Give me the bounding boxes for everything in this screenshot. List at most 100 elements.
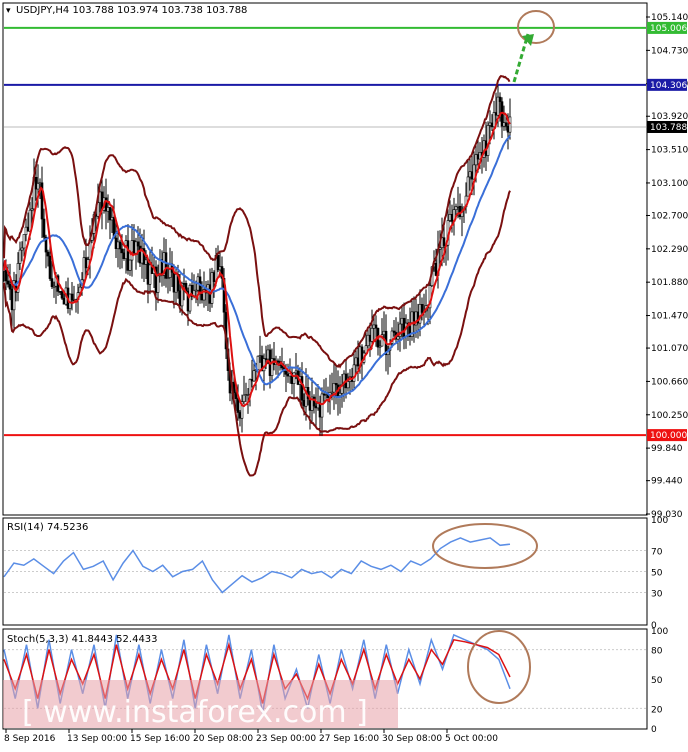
candle-body xyxy=(106,207,110,212)
price-tick-label: 103.100 xyxy=(651,179,688,189)
candle-body xyxy=(42,218,46,238)
candle-body xyxy=(118,241,122,250)
time-axis-label: 15 Sep 16:00 xyxy=(130,734,190,744)
candle-body xyxy=(8,283,12,290)
price-tick-label: 103.510 xyxy=(651,146,688,156)
candle-body xyxy=(18,249,22,264)
candle-body xyxy=(126,240,130,271)
candle-body xyxy=(508,116,512,133)
level-label: 105.006 xyxy=(650,24,687,34)
candle-body xyxy=(300,376,304,401)
candle-body xyxy=(108,207,112,221)
price-tick-label: 99.440 xyxy=(651,477,683,487)
candle-body xyxy=(292,372,296,384)
candle-body xyxy=(374,324,378,329)
candle-body xyxy=(60,291,64,299)
candle-body xyxy=(156,275,160,293)
candle-body xyxy=(148,264,152,285)
rsi-tick-label: 70 xyxy=(651,548,663,558)
level-label: 100.000 xyxy=(650,431,687,441)
candle-body xyxy=(70,293,74,301)
symbol-line: USDJPY,H4 103.788 103.974 103.738 103.78… xyxy=(16,5,247,16)
candle-body xyxy=(168,263,172,278)
chart-dropdown-icon[interactable]: ▾ xyxy=(6,6,11,16)
stoch-tick-label: 50 xyxy=(651,676,663,686)
price-tick-label: 101.470 xyxy=(651,312,688,322)
candle-body xyxy=(84,257,88,269)
candle-body xyxy=(36,183,40,190)
candle-body xyxy=(172,272,176,293)
time-axis-label: 27 Sep 16:00 xyxy=(319,734,379,744)
current-price-label: 103.788 xyxy=(650,123,687,133)
candle-body xyxy=(246,394,250,396)
candle-body xyxy=(120,248,124,254)
candle-body xyxy=(370,327,374,342)
candle-body xyxy=(178,290,182,307)
candle-body xyxy=(128,259,132,271)
candle-body xyxy=(114,237,118,250)
candle-body xyxy=(62,297,66,305)
price-tick-label: 101.070 xyxy=(651,344,688,354)
candle-body xyxy=(238,412,242,419)
price-tick-label: 101.880 xyxy=(651,278,688,288)
stoch-tick-label: 100 xyxy=(651,627,668,637)
price-tick-label: 102.700 xyxy=(651,211,688,221)
candle-body xyxy=(116,241,120,250)
candle-body xyxy=(252,370,256,382)
candle-body xyxy=(164,252,168,279)
stoch-label: Stoch(5,3,3) 41.8443 52.4433 xyxy=(7,634,158,645)
candle-body xyxy=(46,251,50,257)
candle-body xyxy=(244,394,248,396)
candle-body xyxy=(466,176,470,197)
candle-body xyxy=(396,336,400,340)
candle-body xyxy=(82,257,86,281)
stoch-tick-label: 20 xyxy=(651,705,663,715)
candle-body xyxy=(10,288,14,311)
rsi-tick-label: 30 xyxy=(651,590,663,600)
rsi-label: RSI(14) 74.5236 xyxy=(7,522,88,533)
time-axis-label: 5 Oct 00:00 xyxy=(445,734,498,744)
candle-body xyxy=(2,270,6,272)
chart-root: 105.140104.730104.320103.920103.510103.1… xyxy=(0,0,688,748)
candle-body xyxy=(486,125,490,156)
candle-body xyxy=(284,371,288,375)
candle-body xyxy=(6,280,10,285)
rsi-tick-label: 50 xyxy=(651,569,663,579)
price-tick-label: 104.730 xyxy=(651,46,688,56)
price-tick-label: 99.840 xyxy=(651,444,683,454)
watermark-text: [ www.instaforex.com ] xyxy=(22,695,368,730)
candle-body xyxy=(134,241,138,254)
candle-body xyxy=(242,394,246,402)
candle-body xyxy=(346,381,350,389)
candle-body xyxy=(250,379,254,382)
candle-body xyxy=(312,396,316,407)
stoch-tick-label: 0 xyxy=(651,725,657,735)
candle-body xyxy=(122,252,126,259)
candle-body xyxy=(50,278,54,287)
candle-body xyxy=(110,217,114,221)
candle-body xyxy=(22,234,26,249)
price-tick-label: 103.920 xyxy=(651,112,688,122)
time-axis-label: 23 Sep 00:00 xyxy=(256,734,316,744)
price-tick-label: 105.140 xyxy=(651,13,688,23)
candle-body xyxy=(216,254,220,271)
candle-body xyxy=(182,283,186,285)
level-label: 104.306 xyxy=(650,81,687,91)
candle-body xyxy=(132,240,136,254)
candle-body xyxy=(212,272,216,282)
candle-body xyxy=(210,272,214,304)
candle-body xyxy=(498,96,502,102)
candle-body xyxy=(146,259,150,285)
candle-body xyxy=(320,393,324,418)
candle-body xyxy=(174,274,178,293)
time-axis-label: 13 Sep 00:00 xyxy=(67,734,127,744)
candle-body xyxy=(194,289,198,292)
candle-body xyxy=(218,266,222,271)
price-tick-label: 102.290 xyxy=(651,245,688,255)
candle-body xyxy=(136,241,140,247)
candle-body xyxy=(166,277,170,279)
rsi-tick-label: 100 xyxy=(651,516,668,526)
candle-body xyxy=(442,237,446,246)
candle-body xyxy=(236,398,240,413)
price-tick-label: 100.250 xyxy=(651,411,688,421)
